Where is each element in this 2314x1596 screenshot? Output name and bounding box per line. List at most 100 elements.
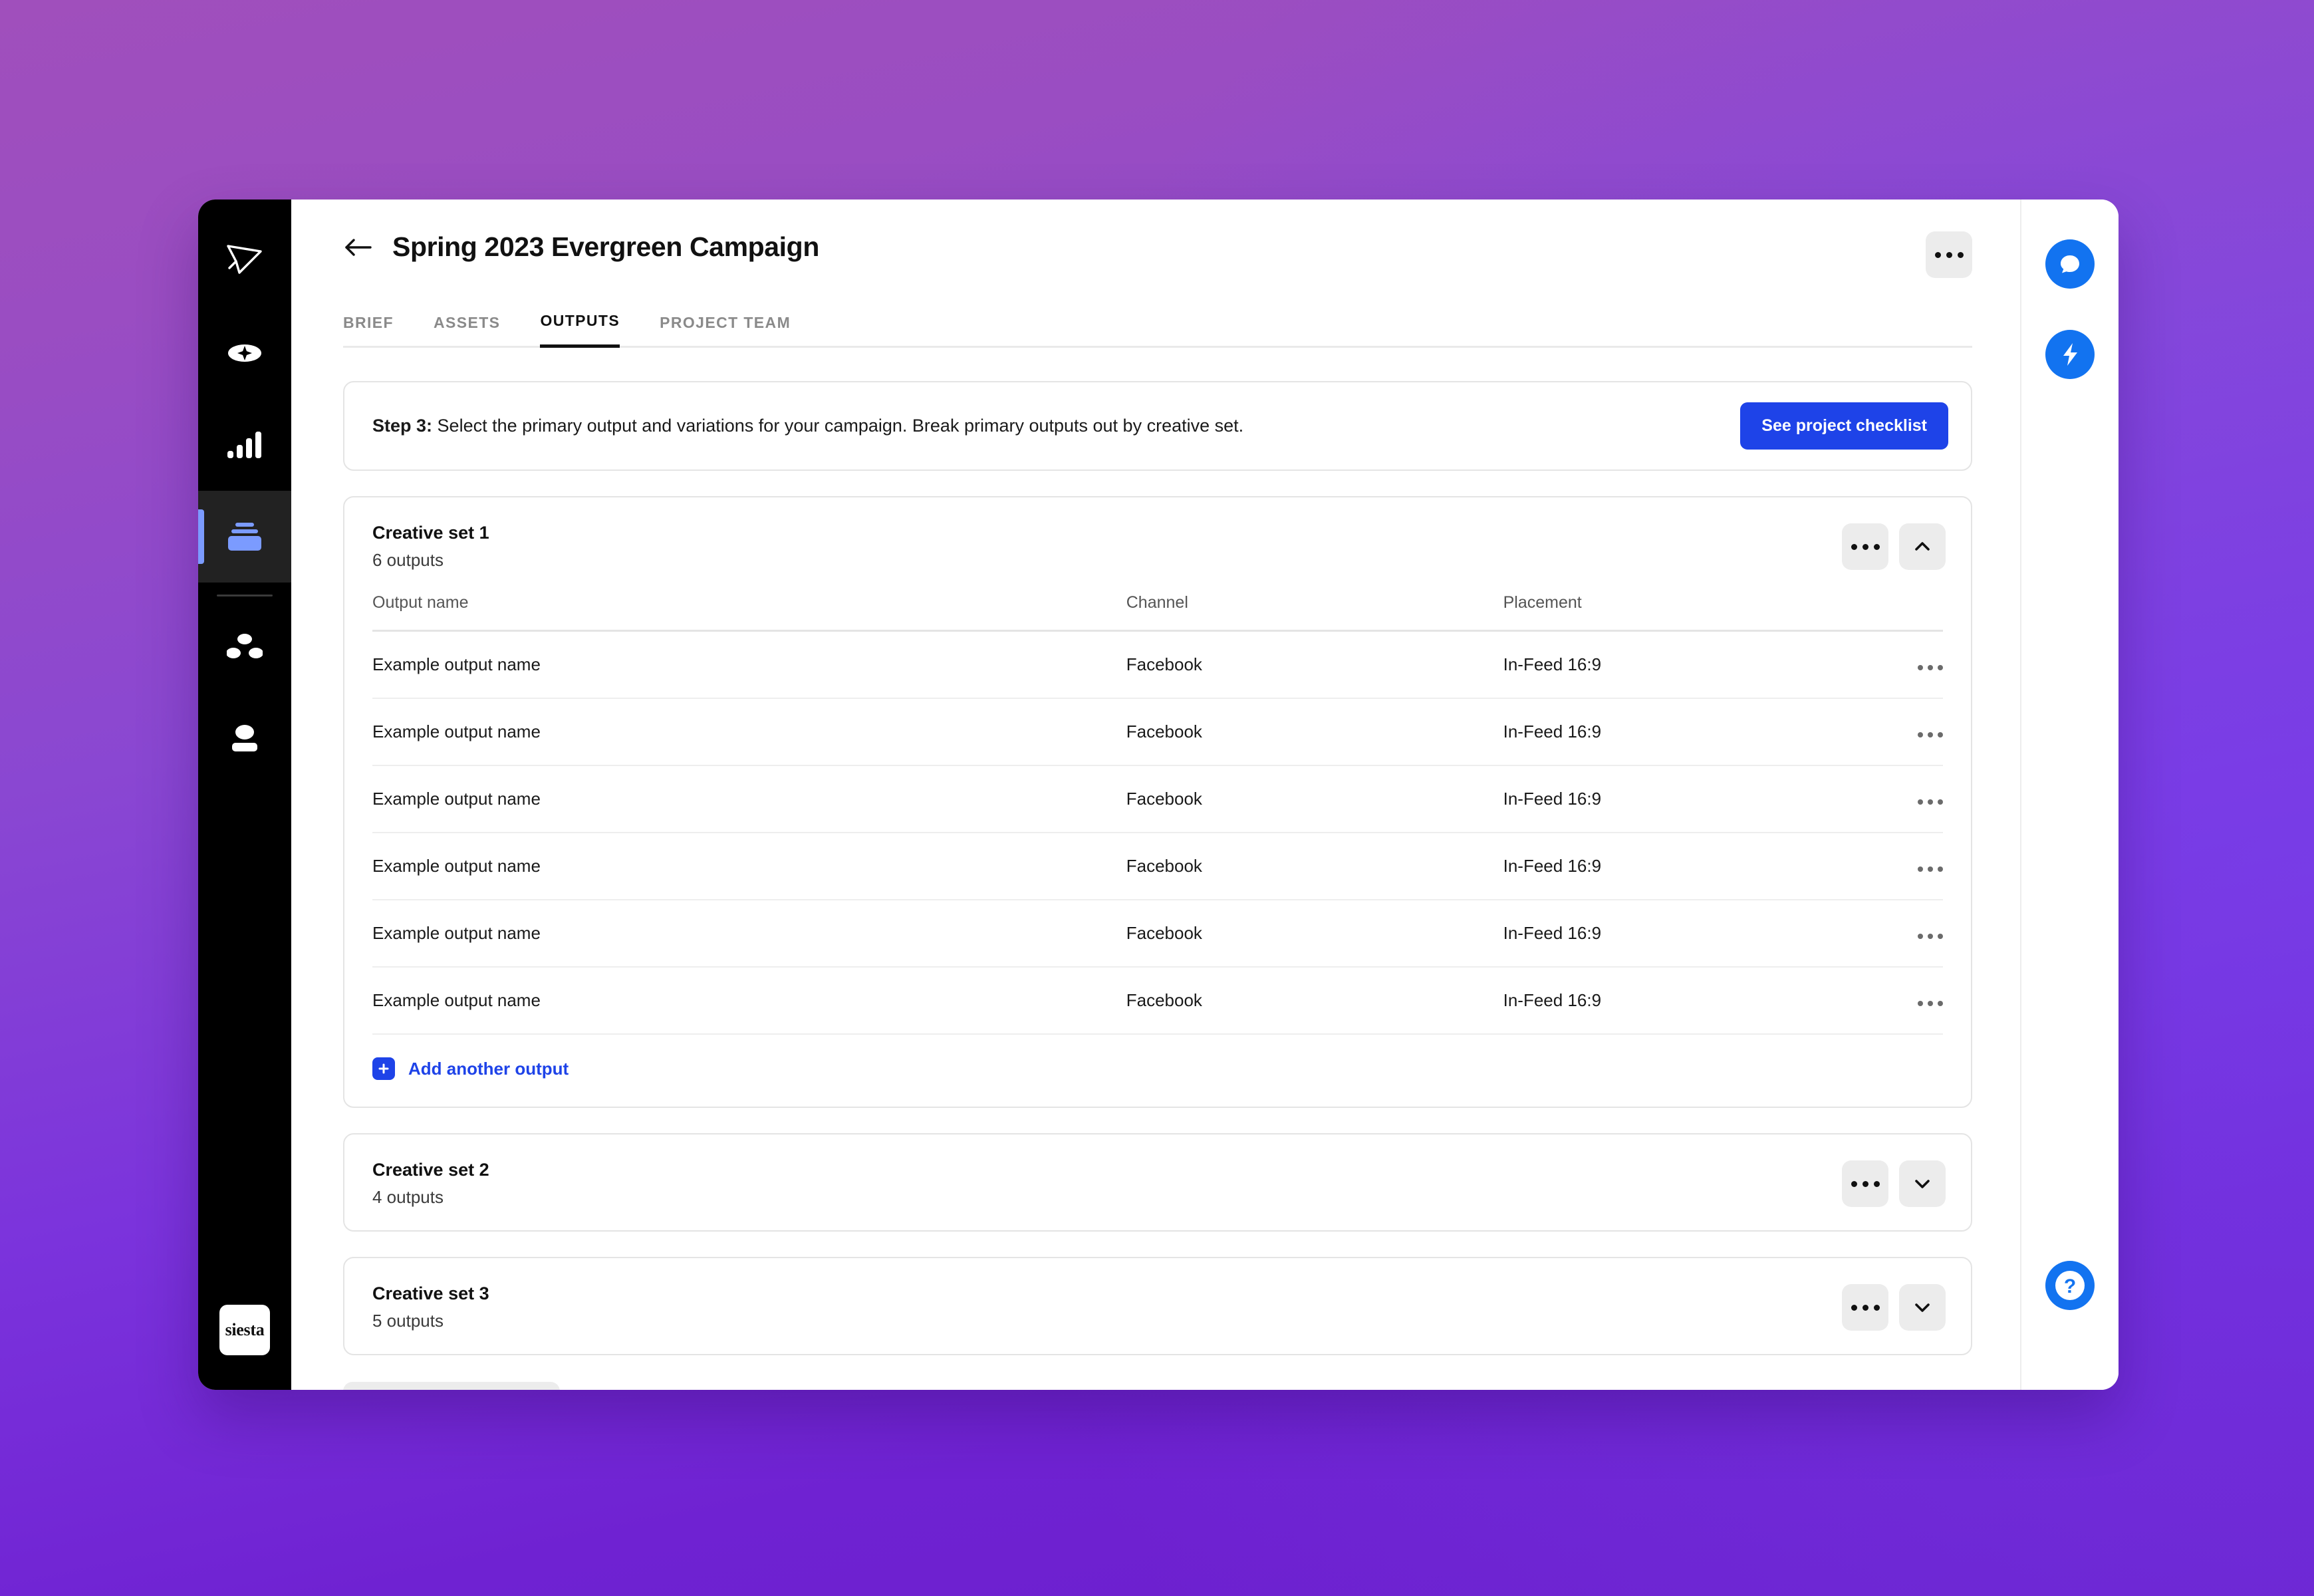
- row-actions-cell: [1864, 630, 1943, 699]
- creative-set-header-3: Creative set 3 5 outputs: [344, 1258, 1971, 1354]
- page-title: Spring 2023 Evergreen Campaign: [392, 231, 819, 262]
- sidebar-item-profile[interactable]: [198, 692, 291, 784]
- ellipsis-icon: [1934, 251, 1964, 258]
- add-another-output-label: Add another output: [408, 1058, 569, 1079]
- tab-outputs[interactable]: OUTPUTS: [540, 312, 620, 348]
- tab-brief[interactable]: BRIEF: [343, 312, 394, 348]
- right-rail: ?: [2020, 200, 2119, 1390]
- ellipsis-icon: [1851, 1180, 1880, 1187]
- chevron-down-icon: [1915, 1180, 1930, 1188]
- row-overflow-button[interactable]: [1918, 799, 1943, 805]
- table-row[interactable]: Example output name Facebook In-Feed 16:9: [372, 967, 1943, 1035]
- sidebar-item-sparkle[interactable]: [198, 307, 291, 399]
- column-header-placement: Placement: [1503, 593, 1864, 632]
- table-row[interactable]: Example output name Facebook In-Feed 16:9: [372, 765, 1943, 833]
- creative-set-overflow-button-3[interactable]: [1842, 1284, 1888, 1331]
- creative-set-card-2: Creative set 2 4 outputs: [343, 1133, 1972, 1232]
- table-row[interactable]: Example output name Facebook In-Feed 16:9: [372, 698, 1943, 766]
- creative-set-overflow-button-2[interactable]: [1842, 1160, 1888, 1207]
- placement-cell: In-Feed 16:9: [1503, 698, 1864, 766]
- placement-cell: In-Feed 16:9: [1503, 900, 1864, 968]
- table-row[interactable]: Example output name Facebook In-Feed 16:9: [372, 900, 1943, 968]
- creative-set-info-2: Creative set 2 4 outputs: [372, 1160, 489, 1208]
- page-header: Spring 2023 Evergreen Campaign: [343, 231, 1972, 278]
- sidebar-items: [198, 307, 291, 784]
- creative-set-expand-button-3[interactable]: [1899, 1284, 1946, 1331]
- row-actions-cell: [1864, 833, 1943, 900]
- creative-set-info-1: Creative set 1 6 outputs: [372, 523, 489, 571]
- outputs-table-head: Output name Channel Placement: [372, 593, 1943, 632]
- output-name-cell: Example output name: [372, 698, 1126, 766]
- creative-set-actions-2: [1842, 1160, 1946, 1207]
- output-name-cell: Example output name: [372, 630, 1126, 699]
- cursor-logo-icon[interactable]: [198, 230, 291, 290]
- step-banner: Step 3: Select the primary output and va…: [343, 381, 1972, 471]
- creative-set-header-1: Creative set 1 6 outputs: [344, 497, 1971, 593]
- column-header-channel: Channel: [1126, 593, 1503, 632]
- creative-set-card-3: Creative set 3 5 outputs: [343, 1257, 1972, 1355]
- output-name-cell: Example output name: [372, 900, 1126, 968]
- sidebar-item-analytics[interactable]: [198, 399, 291, 491]
- creative-set-expand-button-2[interactable]: [1899, 1160, 1946, 1207]
- creative-set-header-2: Creative set 2 4 outputs: [344, 1134, 1971, 1230]
- row-overflow-button[interactable]: [1918, 866, 1943, 872]
- creative-set-subtitle: 5 outputs: [372, 1311, 444, 1331]
- brand-logo: siesta: [219, 1305, 270, 1355]
- new-creative-set-button[interactable]: New creative set: [343, 1382, 560, 1390]
- row-overflow-button[interactable]: [1918, 665, 1943, 670]
- see-project-checklist-button[interactable]: See project checklist: [1740, 402, 1948, 450]
- channel-cell: Facebook: [1126, 900, 1503, 968]
- placement-cell: In-Feed 16:9: [1503, 765, 1864, 833]
- column-header-actions: [1864, 593, 1943, 632]
- creative-set-title: Creative set 3: [372, 1283, 489, 1303]
- creative-set-info-3: Creative set 3 5 outputs: [372, 1283, 489, 1331]
- page-overflow-button[interactable]: [1926, 231, 1972, 278]
- add-another-output-button[interactable]: Add another output: [344, 1035, 1971, 1107]
- app-window: siesta Spring 2023 Evergreen Campaign BR…: [198, 200, 2119, 1390]
- channel-cell: Facebook: [1126, 833, 1503, 900]
- placement-cell: In-Feed 16:9: [1503, 967, 1864, 1035]
- chat-bubble-icon[interactable]: [2045, 239, 2095, 289]
- tab-project-team[interactable]: PROJECT TEAM: [660, 312, 791, 348]
- creative-set-subtitle: 6 outputs: [372, 550, 444, 570]
- creative-set-collapse-button-1[interactable]: [1899, 523, 1946, 570]
- placement-cell: In-Feed 16:9: [1503, 630, 1864, 699]
- sidebar-item-network[interactable]: [198, 600, 291, 692]
- creative-set-subtitle: 4 outputs: [372, 1187, 444, 1207]
- row-overflow-button[interactable]: [1918, 1001, 1943, 1006]
- step-banner-text: Step 3: Select the primary output and va…: [372, 414, 1243, 438]
- row-overflow-button[interactable]: [1918, 934, 1943, 939]
- lightning-bolt-icon[interactable]: [2045, 330, 2095, 379]
- row-overflow-button[interactable]: [1918, 732, 1943, 737]
- output-name-cell: Example output name: [372, 765, 1126, 833]
- creative-set-title: Creative set 1: [372, 523, 489, 543]
- ellipsis-icon: [1851, 1304, 1880, 1311]
- creative-set-card-1: Creative set 1 6 outputs Output name Cha…: [343, 496, 1972, 1108]
- row-actions-cell: [1864, 765, 1943, 833]
- title-row: Spring 2023 Evergreen Campaign: [343, 231, 819, 263]
- outputs-table-wrapper: Output name Channel Placement Example ou…: [344, 593, 1971, 1035]
- question-mark-icon[interactable]: ?: [2045, 1261, 2095, 1310]
- tab-assets[interactable]: ASSETS: [434, 312, 500, 348]
- placement-cell: In-Feed 16:9: [1503, 833, 1864, 900]
- sidebar-divider: [217, 595, 273, 597]
- back-arrow-icon[interactable]: [343, 232, 374, 263]
- output-name-cell: Example output name: [372, 833, 1126, 900]
- channel-cell: Facebook: [1126, 630, 1503, 699]
- outputs-table: Output name Channel Placement Example ou…: [372, 593, 1943, 1035]
- step-description: Select the primary output and variations…: [437, 416, 1244, 436]
- chevron-up-icon: [1915, 542, 1930, 551]
- creative-set-title: Creative set 2: [372, 1160, 489, 1180]
- table-row[interactable]: Example output name Facebook In-Feed 16:9: [372, 833, 1943, 900]
- table-row[interactable]: Example output name Facebook In-Feed 16:9: [372, 630, 1943, 699]
- sidebar: siesta: [198, 200, 291, 1390]
- sidebar-item-projects[interactable]: [198, 491, 291, 583]
- channel-cell: Facebook: [1126, 698, 1503, 766]
- plus-icon: [372, 1057, 395, 1080]
- creative-set-overflow-button-1[interactable]: [1842, 523, 1888, 570]
- channel-cell: Facebook: [1126, 967, 1503, 1035]
- outputs-table-body: Example output name Facebook In-Feed 16:9 E…: [372, 630, 1943, 1035]
- creative-set-actions-1: [1842, 523, 1946, 570]
- step-label: Step 3:: [372, 416, 433, 436]
- svg-text:?: ?: [2064, 1275, 2076, 1297]
